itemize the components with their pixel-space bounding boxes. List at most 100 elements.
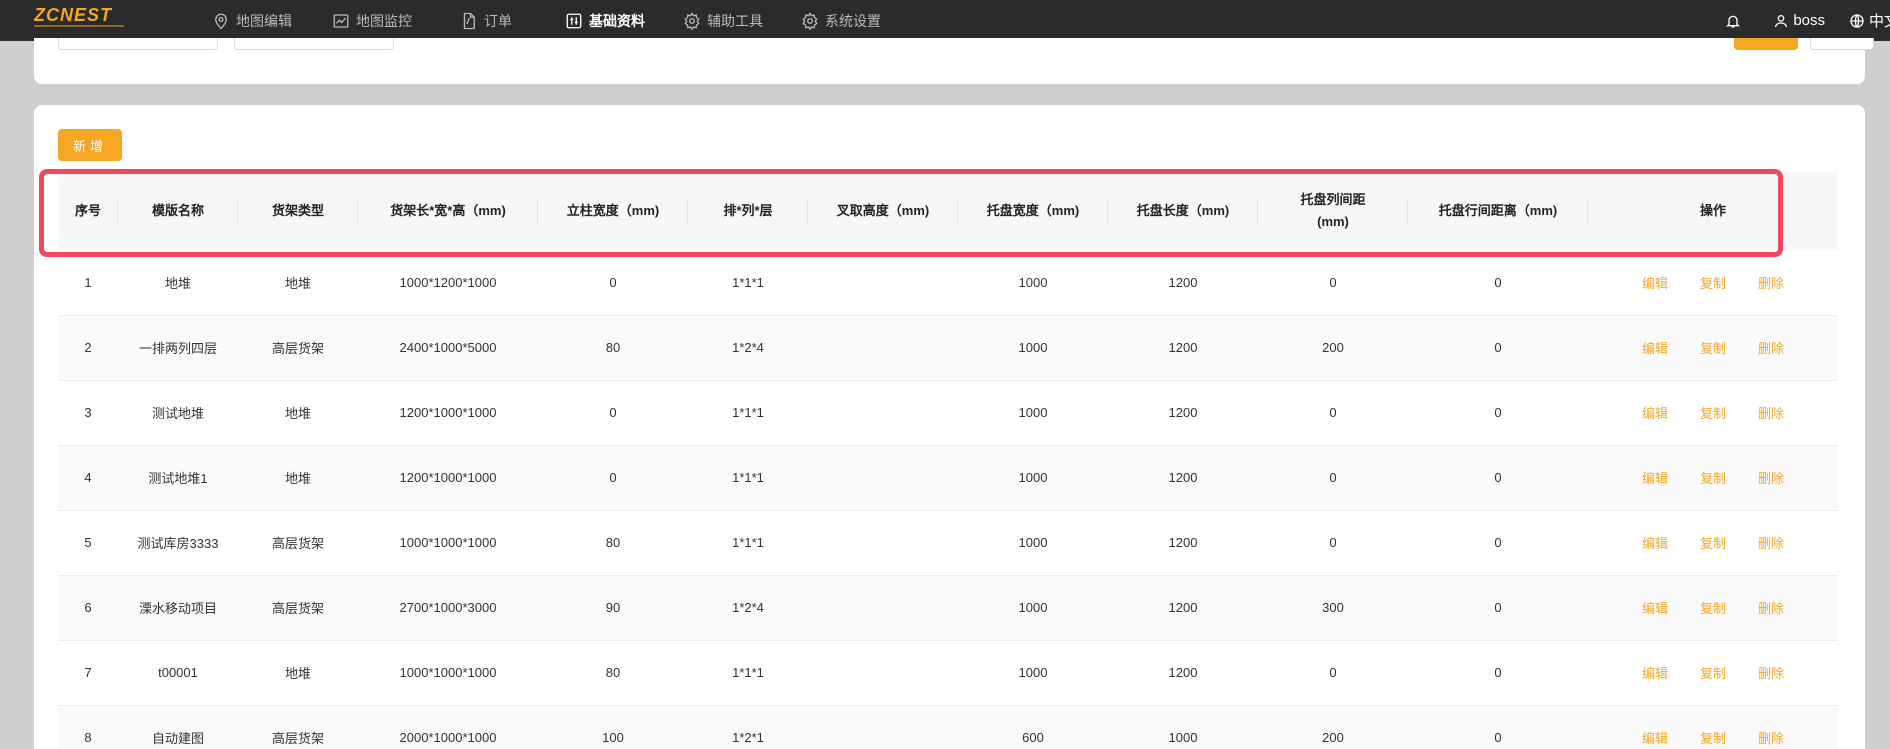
cell-no: 5 bbox=[84, 535, 92, 550]
copy-link[interactable]: 复制 bbox=[1700, 406, 1726, 421]
delete-link[interactable]: 删除 bbox=[1758, 666, 1784, 681]
table-row: 5 测试库房3333 高层货架 1000*1000*1000 80 1*1*1 1000 12… bbox=[58, 510, 1838, 575]
svg-text:ZCNEST: ZCNEST bbox=[34, 5, 113, 25]
language-switch[interactable]: 中文 bbox=[1849, 10, 1890, 31]
cell-layout: 1*1*1 bbox=[732, 470, 764, 485]
reset-button[interactable] bbox=[1810, 38, 1874, 50]
copy-link[interactable]: 复制 bbox=[1700, 276, 1726, 291]
user-icon bbox=[1775, 14, 1788, 27]
copy-link[interactable]: 复制 bbox=[1700, 341, 1726, 356]
cell-column-width: 80 bbox=[605, 340, 621, 355]
edit-link[interactable]: 编辑 bbox=[1642, 601, 1668, 616]
cell-name: 一排两列四层 bbox=[138, 341, 217, 356]
cell-col-spacing: 0 bbox=[1329, 405, 1337, 420]
cell-row-spacing: 0 bbox=[1494, 274, 1502, 290]
cell-type: 地堆 bbox=[284, 666, 311, 681]
col-header: 排*列*层 bbox=[688, 172, 808, 250]
bell-icon bbox=[1726, 15, 1741, 28]
cell-col-spacing: 0 bbox=[1329, 274, 1337, 290]
copy-link[interactable]: 复制 bbox=[1700, 536, 1726, 551]
nav-system-settings[interactable]: 系统设置 bbox=[801, 0, 881, 41]
cell-name: t00001 bbox=[158, 665, 198, 680]
cell-name: 溧水移动项目 bbox=[138, 601, 217, 616]
col-header: 货架长*宽*高（mm) bbox=[358, 172, 538, 250]
copy-link[interactable]: 复制 bbox=[1700, 601, 1726, 616]
copy-link[interactable]: 复制 bbox=[1700, 666, 1726, 681]
col-header: 托盘列间距 (mm) bbox=[1258, 172, 1408, 250]
cell-pallet-width: 1000 bbox=[1018, 600, 1048, 615]
cell-pallet-length: 1200 bbox=[1168, 405, 1198, 420]
table-row: 7 t00001 地堆 1000*1000*1000 80 1*1*1 1000 1200 0 0… bbox=[58, 640, 1838, 705]
cell-column-width: 0 bbox=[609, 274, 617, 290]
main-nav: 地图编辑 地图监控 订单 基础资料 辅助工具 系统设置 bbox=[212, 0, 881, 41]
search-button[interactable] bbox=[1734, 38, 1798, 50]
copy-link[interactable]: 复制 bbox=[1700, 731, 1726, 746]
filter-type-select[interactable] bbox=[234, 38, 394, 50]
cell-type: 高层货架 bbox=[271, 341, 324, 356]
cell-fork-height bbox=[808, 250, 958, 315]
cell-fork-height bbox=[808, 575, 958, 640]
col-header: 序号 bbox=[58, 172, 118, 250]
cell-size: 1000*1000*1000 bbox=[399, 665, 497, 680]
cell-type: 地堆 bbox=[284, 471, 311, 486]
nav-label: 辅助工具 bbox=[707, 12, 763, 29]
cell-size: 1000*1000*1000 bbox=[399, 535, 497, 550]
delete-link[interactable]: 删除 bbox=[1758, 731, 1784, 746]
top-navbar: ZCNEST 地图编辑 地图监控 订单 基础资料 辅助工具 系统设置 boss … bbox=[0, 0, 1890, 41]
delete-link[interactable]: 删除 bbox=[1758, 341, 1784, 356]
edit-link[interactable]: 编辑 bbox=[1642, 471, 1668, 486]
edit-link[interactable]: 编辑 bbox=[1642, 666, 1668, 681]
nav-map-edit[interactable]: 地图编辑 bbox=[212, 0, 292, 41]
edit-link[interactable]: 编辑 bbox=[1642, 536, 1668, 551]
zcnest-logo[interactable]: ZCNEST bbox=[34, 4, 126, 30]
user-menu[interactable]: boss bbox=[1773, 12, 1825, 29]
table-header-row: 序号 模版名称 货架类型 货架长*宽*高（mm) 立柱宽度（mm) 排*列*层 … bbox=[58, 172, 1838, 250]
cell-size: 2000*1000*1000 bbox=[399, 730, 497, 745]
cell-name: 自动建图 bbox=[151, 731, 204, 746]
cell-row-spacing: 0 bbox=[1494, 340, 1502, 355]
cell-layout: 1*2*1 bbox=[732, 730, 764, 745]
col-header: 操作 bbox=[1699, 203, 1726, 218]
edit-link[interactable]: 编辑 bbox=[1642, 731, 1668, 746]
globe-icon bbox=[1850, 13, 1864, 28]
cell-column-width: 100 bbox=[602, 730, 624, 745]
add-button[interactable]: 新增 bbox=[58, 129, 122, 161]
delete-link[interactable]: 删除 bbox=[1758, 471, 1784, 486]
cell-name: 地堆 bbox=[164, 275, 191, 291]
nav-tools[interactable]: 辅助工具 bbox=[683, 0, 763, 41]
cell-type: 地堆 bbox=[284, 406, 311, 421]
cell-pallet-length: 1200 bbox=[1168, 470, 1198, 485]
nav-label: 地图编辑 bbox=[236, 12, 292, 29]
edit-link[interactable]: 编辑 bbox=[1642, 276, 1668, 291]
delete-link[interactable]: 删除 bbox=[1758, 406, 1784, 421]
delete-link[interactable]: 删除 bbox=[1758, 536, 1784, 551]
filter-card bbox=[34, 38, 1874, 84]
col-header: 货架类型 bbox=[238, 172, 358, 250]
nav-basic-data[interactable]: 基础资料 bbox=[565, 0, 645, 41]
cell-pallet-length: 1000 bbox=[1168, 730, 1198, 745]
copy-link[interactable]: 复制 bbox=[1700, 471, 1726, 486]
col-header: 托盘长度（mm) bbox=[1108, 172, 1258, 250]
cell-actions: 编辑 复制 删除 bbox=[1588, 380, 1838, 445]
nav-label: 基础资料 bbox=[589, 12, 645, 29]
table-row: 8 自动建图 高层货架 2000*1000*1000 100 1*2*1 600 1000 20… bbox=[58, 705, 1838, 749]
cell-no: 7 bbox=[84, 665, 92, 680]
edit-link[interactable]: 编辑 bbox=[1642, 406, 1668, 421]
cell-name: 测试库房3333 bbox=[137, 536, 219, 551]
cell-fork-height bbox=[808, 640, 958, 705]
edit-link[interactable]: 编辑 bbox=[1642, 341, 1668, 356]
cell-layout: 1*1*1 bbox=[732, 405, 764, 420]
delete-link[interactable]: 删除 bbox=[1758, 276, 1784, 291]
document-icon bbox=[463, 12, 475, 29]
nav-map-monitor[interactable]: 地图监控 bbox=[332, 0, 412, 41]
filter-name-input[interactable] bbox=[58, 38, 218, 50]
table-row: 4 测试地堆1 地堆 1200*1000*1000 0 1*1*1 1000 1200 0 0 编辑… bbox=[58, 445, 1838, 510]
table-row: 2 一排两列四层 高层货架 2400*1000*5000 80 1*2*4 1000 1200… bbox=[58, 315, 1838, 380]
cell-size: 2400*1000*5000 bbox=[399, 340, 497, 355]
page-scroll-gutter bbox=[1875, 41, 1890, 749]
nav-label: 系统设置 bbox=[825, 12, 881, 29]
notification-button[interactable] bbox=[1725, 13, 1741, 29]
delete-link[interactable]: 删除 bbox=[1758, 601, 1784, 616]
cell-actions: 编辑 复制 删除 bbox=[1588, 510, 1838, 575]
nav-orders[interactable]: 订单 bbox=[460, 0, 512, 41]
